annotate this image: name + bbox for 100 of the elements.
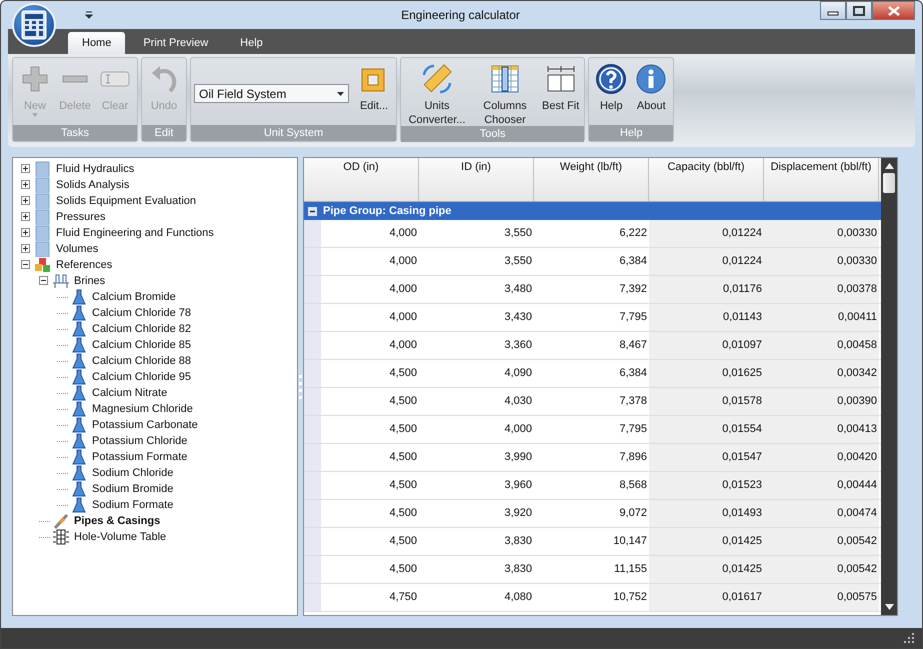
tree-item[interactable]: Sodium Formate [90, 499, 176, 511]
tree-item[interactable]: Sodium Chloride [90, 467, 176, 479]
scroll-up-icon[interactable] [884, 163, 894, 169]
app-menu-button[interactable] [12, 3, 56, 47]
flask-icon [70, 353, 88, 369]
table-cell-text: 6,222 [618, 226, 648, 241]
tree-item[interactable]: Pressures [54, 211, 108, 223]
column-header[interactable]: ID (in) [419, 158, 534, 201]
flask-icon [70, 385, 88, 401]
table-cell-text: 3,830 [503, 534, 533, 549]
plus-icon [21, 196, 30, 204]
pipe-icon [52, 513, 70, 529]
ribbon-tab[interactable]: Help [226, 32, 277, 54]
splitter-grip-icon[interactable] [299, 374, 302, 398]
tree-item[interactable]: Solids Equipment Evaluation [54, 195, 198, 207]
tree-item[interactable]: Sodium Bromide [90, 483, 176, 495]
column-header[interactable]: Capacity (bbl/ft) [649, 158, 764, 201]
ribbon-button[interactable]: Columns Chooser [472, 60, 538, 127]
ribbon-button[interactable]: Units Converter... [404, 60, 470, 127]
column-header[interactable]: OD (in) [304, 158, 419, 201]
expander[interactable] [21, 228, 32, 238]
tree-item[interactable]: Calcium Chloride 95 [90, 371, 194, 383]
scroll-down-icon[interactable] [884, 604, 894, 610]
column-header[interactable]: Displacement (bbl/ft) [764, 158, 879, 201]
group-label: Unit System [191, 125, 396, 141]
expander[interactable] [21, 196, 32, 206]
plus-icon [21, 212, 30, 220]
scroll-thumb[interactable] [883, 173, 895, 193]
expander[interactable] [21, 212, 32, 222]
maximize-button[interactable] [846, 1, 872, 20]
tree-item[interactable]: Pipes & Casings [72, 515, 162, 527]
collapse-icon[interactable] [308, 206, 317, 216]
expander[interactable] [21, 244, 32, 254]
tree-item[interactable]: Brines [72, 275, 108, 287]
tree-item[interactable]: Volumes [54, 243, 100, 255]
table-cell-text: 4,500 [388, 422, 418, 437]
quick-access-dropdown-icon[interactable] [85, 11, 93, 19]
tree-item[interactable]: Calcium Nitrate [90, 387, 170, 399]
close-button[interactable] [872, 1, 915, 20]
table-cell: 0,00330 [764, 248, 879, 275]
table-cell-text: 4,500 [388, 394, 418, 409]
minimize-button[interactable] [820, 1, 846, 20]
table-cell-text: 4,000 [388, 254, 418, 269]
tree-item[interactable]: Potassium Carbonate [90, 419, 200, 431]
table-cell: 0,01523 [649, 472, 764, 499]
table-cell-text: 3,480 [503, 282, 533, 297]
ribbon-button[interactable]: Edit... [355, 60, 393, 113]
table-cell-text: 9,072 [618, 506, 648, 521]
group-label: Edit [142, 125, 186, 141]
expander[interactable] [21, 164, 32, 174]
table-cell: 0,00444 [764, 472, 879, 499]
flask-icon [70, 497, 88, 513]
tree-item[interactable]: References [54, 259, 114, 271]
tree-item[interactable]: Fluid Engineering and Functions [54, 227, 216, 239]
flask-icon [70, 369, 88, 385]
flask-icon [70, 337, 88, 353]
minus-icon [21, 260, 30, 268]
flask-icon [70, 321, 88, 337]
tree-item[interactable]: Solids Analysis [54, 179, 132, 191]
ribbon-button[interactable]: About [632, 60, 670, 113]
table-cell-text: 7,795 [618, 310, 648, 325]
group-row[interactable]: Pipe Group: Casing pipe [304, 202, 881, 220]
book-icon [34, 241, 52, 257]
column-header[interactable]: Weight (lb/ft) [534, 158, 649, 201]
tree-item[interactable]: Fluid Hydraulics [54, 163, 136, 175]
tree-item[interactable]: Potassium Chloride [90, 435, 190, 447]
table-cell: 0,00342 [764, 360, 879, 387]
table-cell-text: 4,000 [388, 226, 418, 241]
table-cell: 0,01493 [649, 500, 764, 527]
table-cell-text: 7,392 [618, 282, 648, 297]
tree-item[interactable]: Calcium Chloride 78 [90, 307, 194, 319]
unit-system-dropdown[interactable]: Oil Field System [194, 84, 349, 103]
tree-item[interactable]: Hole-Volume Table [72, 531, 168, 543]
vertical-scrollbar[interactable] [881, 158, 897, 615]
expander[interactable] [39, 276, 50, 286]
expander[interactable] [21, 180, 32, 190]
book-icon [34, 161, 52, 177]
text-field-icon [99, 71, 131, 87]
flask-icon [70, 449, 88, 465]
table-cell-text: 3,960 [503, 478, 533, 493]
tree-item[interactable]: Potassium Formate [90, 451, 190, 463]
table-cell-text: 4,080 [503, 590, 533, 605]
ribbon-tab[interactable]: Home [68, 32, 126, 54]
table-cell: 0,00420 [764, 444, 879, 471]
tree-item[interactable]: Magnesium Chloride [90, 403, 195, 415]
flask-icon [70, 289, 88, 305]
ribbon-button[interactable]: Help [592, 60, 630, 113]
table-cell: 0,01547 [649, 444, 764, 471]
resize-grip-icon[interactable] [904, 633, 914, 643]
ribbon-button[interactable]: Best Fit [540, 60, 582, 113]
expander[interactable] [21, 260, 32, 270]
tree-item[interactable]: Calcium Chloride 88 [90, 355, 194, 367]
group-label: Tasks [13, 125, 137, 141]
ribbon-tab[interactable]: Print Preview [129, 32, 222, 54]
table-cell-text: 4,500 [388, 366, 418, 381]
tree-item[interactable]: Calcium Chloride 85 [90, 339, 194, 351]
table-cell-text: 3,430 [503, 310, 533, 325]
blocks-icon [34, 257, 52, 273]
tree-item[interactable]: Calcium Chloride 82 [90, 323, 194, 335]
tree-item[interactable]: Calcium Bromide [90, 291, 178, 303]
